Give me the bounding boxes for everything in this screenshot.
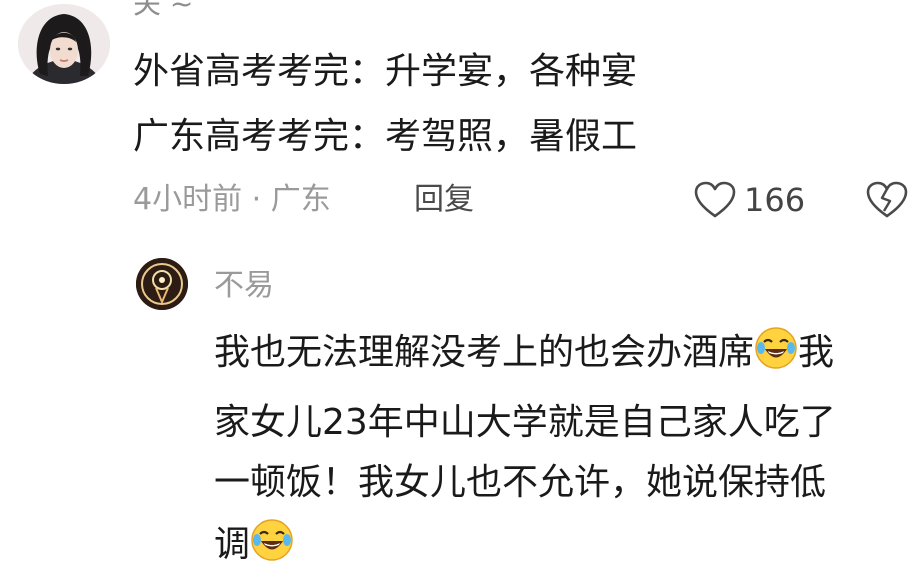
reply-text-line: 一顿饭！我女儿也不允许，她说保持低 [214, 462, 827, 503]
comment-text-line: 外省高考考完：升学宴，各种宴 [133, 51, 638, 92]
reply-text-line: 家女儿23年中山大学就是自己家人吃了 [214, 402, 836, 443]
like-count: 166 [744, 181, 806, 219]
comment-thread: 关 ~ 外省高考考完：升学宴，各种宴 广东高考考完：考驾照，暑假工 4小时前 ·… [0, 0, 914, 568]
comment-text-line: 广东高考考完：考驾照，暑假工 [133, 116, 638, 157]
broken-heart-icon [866, 181, 908, 218]
reply-text-line: 我也无法理解没考上的也会办酒席 我 [214, 326, 834, 378]
reply-text-segment: 我 [798, 332, 835, 373]
avatar[interactable] [136, 258, 188, 310]
laughing-crying-emoji-icon [755, 327, 797, 369]
like-button[interactable]: 166 [694, 180, 805, 220]
comment-username[interactable]: 关 ~ [133, 0, 193, 22]
heart-outline-icon [694, 181, 736, 218]
reply-text-segment: 调 [214, 524, 251, 565]
avatar[interactable] [18, 4, 110, 84]
dislike-button[interactable] [866, 181, 908, 219]
reply-username[interactable]: 不易 [214, 266, 274, 306]
comment-meta: 4小时前 · 广东 [133, 182, 331, 217]
laughing-crying-emoji-icon [251, 519, 293, 561]
reply-button[interactable]: 回复 [414, 178, 474, 222]
reply-text-segment: 我也无法理解没考上的也会办酒席 [214, 332, 755, 373]
reply-text-line: 调 [214, 518, 294, 568]
